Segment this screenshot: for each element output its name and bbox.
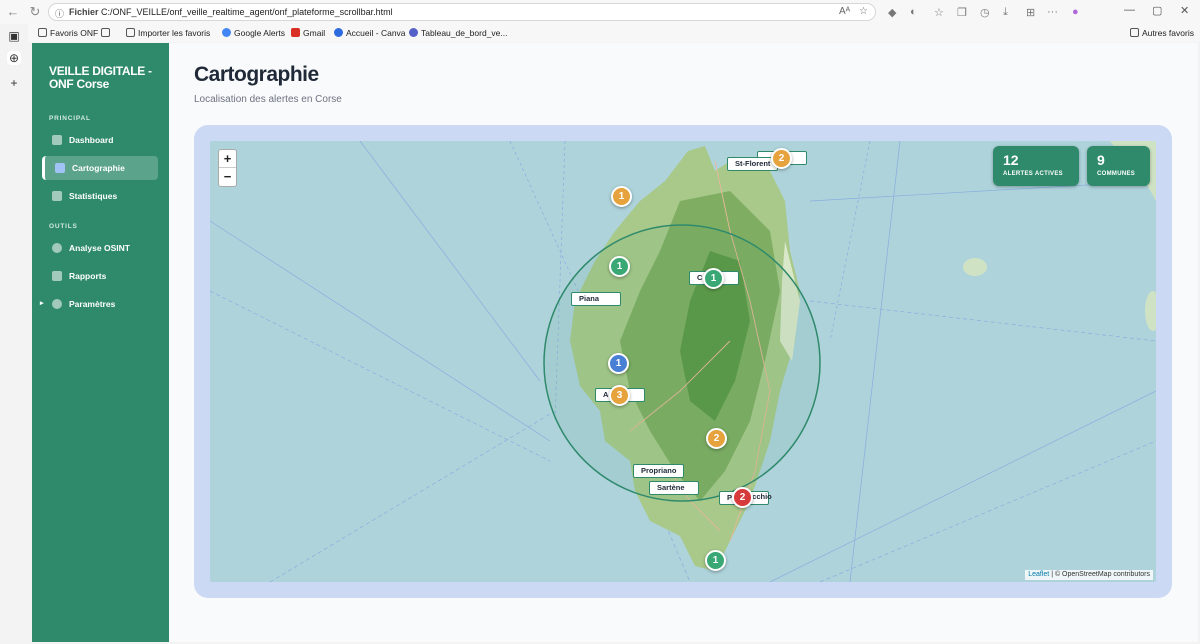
- new-tab-icon[interactable]: +: [7, 76, 21, 90]
- sidebar-item-label: Analyse OSINT: [69, 243, 130, 253]
- alert-marker[interactable]: 1: [611, 186, 632, 207]
- vertical-tab-rail: ▣ ⊕ +: [0, 24, 28, 644]
- document-icon: [52, 271, 62, 281]
- copilot-icon[interactable]: ●: [1072, 6, 1079, 18]
- address-bar[interactable]: ⓘ Fichier C:/ONF_VEILLE/onf_veille_realt…: [48, 3, 876, 21]
- bookmark-import[interactable]: Importer les favoris: [126, 28, 210, 38]
- alert-marker[interactable]: 3: [609, 385, 630, 406]
- sidebar-item-statistiques[interactable]: Statistiques: [42, 184, 158, 208]
- globe-icon: [52, 243, 62, 253]
- sidebar-item-osint[interactable]: Analyse OSINT: [42, 236, 158, 260]
- history-icon[interactable]: ◷: [980, 6, 990, 19]
- zoom-out-button[interactable]: −: [219, 168, 236, 186]
- page-subtitle: Localisation des alertes en Corse: [194, 94, 342, 105]
- bookmark-favoris-onf[interactable]: Favoris ONF: [38, 28, 98, 38]
- chart-icon: [52, 135, 62, 145]
- sidebar-item-cartographie[interactable]: Cartographie: [42, 156, 158, 180]
- brand-title: VEILLE DIGITALE - ONF Corse: [49, 64, 152, 91]
- read-aloud-icon[interactable]: Aᴬ: [839, 6, 850, 17]
- section-outils: OUTILS: [49, 223, 78, 230]
- alert-marker[interactable]: 1: [608, 353, 629, 374]
- main-content: Cartographie Localisation des alertes en…: [169, 43, 1198, 642]
- gear-icon: [52, 299, 62, 309]
- download-icon[interactable]: ⤓: [1003, 6, 1008, 19]
- stat-label: ALERTES ACTIVES: [1003, 171, 1063, 177]
- stat-card-alerts: 12 ALERTES ACTIVES: [993, 146, 1079, 186]
- scheme-label: Fichier: [69, 7, 99, 17]
- extension2-icon[interactable]: ◐: [910, 6, 917, 18]
- apps-icon[interactable]: ⊞: [1026, 6, 1035, 19]
- bookmark-other-favorites[interactable]: Autres favoris: [1130, 28, 1194, 38]
- section-principal: PRINCIPAL: [49, 115, 91, 122]
- stats-icon: [52, 191, 62, 201]
- map-label-sartene[interactable]: Sartène: [649, 481, 699, 495]
- collections-icon[interactable]: ❐: [957, 6, 967, 19]
- sidebar-item-parametres[interactable]: ▸ Paramètres: [40, 292, 158, 316]
- zoom-control: + −: [218, 149, 237, 187]
- minimize-icon[interactable]: —: [1124, 4, 1135, 16]
- url-text: C:/ONF_VEILLE/onf_veille_realtime_agent/…: [101, 7, 393, 17]
- alert-marker[interactable]: 2: [732, 487, 753, 508]
- map-view[interactable]: + − 12 ALERTES ACTIVES 9 COMMUNES St-Flo…: [210, 141, 1156, 582]
- sidebar-item-label: Statistiques: [69, 191, 118, 201]
- page-title: Cartographie: [194, 63, 319, 86]
- sidebar-item-label: Dashboard: [69, 135, 114, 145]
- page: VEILLE DIGITALE - ONF Corse PRINCIPAL Da…: [32, 43, 1198, 642]
- stat-value: 12: [1003, 152, 1019, 168]
- extension-icon[interactable]: ◆: [888, 6, 896, 19]
- browser-toolbar: ← ↻ ⓘ Fichier C:/ONF_VEILLE/onf_veille_r…: [0, 0, 1200, 24]
- bookmark-google-alerts[interactable]: Google Alerts: [222, 28, 285, 38]
- more-icon[interactable]: ···: [1047, 6, 1058, 18]
- alert-marker[interactable]: 2: [771, 148, 792, 169]
- bookmark-canva[interactable]: Accueil - Canva: [334, 28, 406, 38]
- refresh-icon[interactable]: ↻: [28, 5, 42, 19]
- tab-actions-icon[interactable]: ▣: [7, 29, 21, 43]
- alert-marker[interactable]: 1: [703, 268, 724, 289]
- sidebar-item-dashboard[interactable]: Dashboard: [42, 128, 158, 152]
- alert-marker[interactable]: 1: [609, 256, 630, 277]
- attribution-text: | © OpenStreetMap contributors: [1051, 571, 1150, 578]
- map-label-piana[interactable]: Piana: [571, 292, 621, 306]
- sidebar: VEILLE DIGITALE - ONF Corse PRINCIPAL Da…: [32, 43, 169, 642]
- bookmark-tableau[interactable]: Tableau_de_bord_ve...: [409, 28, 508, 38]
- map-icon: [55, 163, 65, 173]
- caret-right-icon: ▸: [40, 300, 44, 307]
- sidebar-item-label: Cartographie: [72, 163, 125, 173]
- map-label-propriano[interactable]: Propriano: [633, 464, 685, 478]
- sidebar-item-label: Paramètres: [69, 299, 116, 309]
- bookmarks-bar: Favoris ONF Importer les favoris Google …: [28, 24, 1200, 42]
- star-icon[interactable]: ☆: [859, 6, 868, 17]
- zoom-in-button[interactable]: +: [219, 150, 236, 168]
- bookmark-card-icon[interactable]: [101, 28, 113, 38]
- sidebar-item-rapports[interactable]: Rapports: [42, 264, 158, 288]
- sidebar-item-label: Rapports: [69, 271, 107, 281]
- map-tiles: [210, 141, 1156, 582]
- alert-marker[interactable]: 1: [705, 550, 726, 571]
- stat-card-communes: 9 COMMUNES: [1087, 146, 1150, 186]
- maximize-icon[interactable]: ▢: [1152, 4, 1162, 17]
- alert-marker[interactable]: 2: [706, 428, 727, 449]
- back-icon[interactable]: ←: [6, 5, 20, 19]
- stat-label: COMMUNES: [1097, 171, 1136, 177]
- favorites-icon[interactable]: ☆: [934, 6, 944, 19]
- map-card: + − 12 ALERTES ACTIVES 9 COMMUNES St-Flo…: [194, 125, 1172, 598]
- map-attribution: Leaflet | © OpenStreetMap contributors: [1025, 570, 1153, 580]
- info-icon: ⓘ: [55, 9, 65, 19]
- leaflet-link[interactable]: Leaflet: [1028, 571, 1049, 578]
- close-icon[interactable]: ✕: [1180, 4, 1189, 17]
- stat-value: 9: [1097, 152, 1105, 168]
- globe-tab-icon[interactable]: ⊕: [7, 51, 21, 65]
- bookmark-gmail[interactable]: Gmail: [291, 28, 325, 38]
